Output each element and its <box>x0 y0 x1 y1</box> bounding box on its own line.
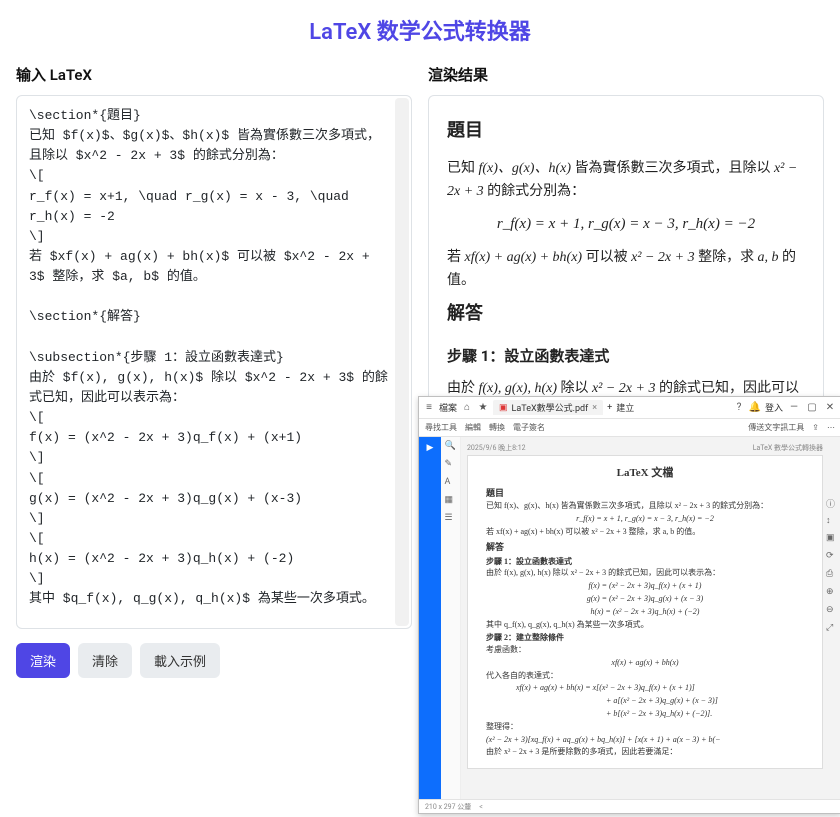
more-icon[interactable]: ⋯ <box>827 423 835 432</box>
math-inline: xf(x) + ag(x) + bh(x) <box>464 250 582 265</box>
pdf-text: 考慮函數： <box>486 645 804 656</box>
pdf-page: LaTeX 文檔 題目 已知 f(x)、g(x)、h(x) 皆為實係數三次多項式… <box>467 455 823 769</box>
pdf-math: xf(x) + ag(x) + bh(x) = x[(x² − 2x + 3)q… <box>486 683 804 694</box>
close-tab-icon[interactable]: × <box>592 403 597 413</box>
help-icon[interactable]: ? <box>733 402 745 414</box>
pdf-section: 解答 <box>486 541 804 553</box>
layers-icon[interactable]: ▣ <box>826 533 838 545</box>
subsection-heading: 步驟 1：設立函數表達式 <box>447 344 805 370</box>
cursor-icon[interactable]: ▶ <box>423 441 437 455</box>
print-icon[interactable]: ⎙ <box>826 569 838 581</box>
problem-text: 已知 f(x)、g(x)、h(x) 皆為實係數三次多項式，且除以 x² − 2x… <box>447 157 805 205</box>
pdf-date: 2025/9/6 晚上8:12 <box>467 443 526 453</box>
collapse-icon[interactable]: < <box>479 803 483 811</box>
pdf-nav-strip: 🔍 ✎ A ▦ ☰ <box>441 437 461 799</box>
math-inline: x² − 2x + 3 <box>631 250 695 265</box>
menu-file[interactable]: 檔案 <box>439 401 457 414</box>
pdf-text: 若 xf(x) + ag(x) + bh(x) 可以被 x² − 2x + 3 … <box>486 527 804 538</box>
minimize-icon[interactable]: — <box>787 401 801 415</box>
maximize-icon[interactable]: ▢ <box>805 401 819 415</box>
search-icon[interactable]: 🔍 <box>445 441 457 453</box>
menu-item[interactable]: 電子簽名 <box>513 422 545 433</box>
input-header: 输入 LaTeX <box>16 64 412 85</box>
pdf-tab-name: LaTeX數學公式.pdf <box>512 401 589 414</box>
pdf-right-tools: ⓘ ↕ ▣ ⟳ ⎙ ⊕ ⊖ ⤢ <box>825 497 839 635</box>
input-box <box>16 95 412 629</box>
toolbar-label: 傳送文字訊工具 <box>748 422 804 433</box>
button-row: 渲染 清除 載入示例 <box>16 643 412 678</box>
latex-textarea[interactable] <box>17 96 411 624</box>
pdf-brand: LaTeX 數學公式轉換器 <box>753 443 823 453</box>
zoom-out-icon[interactable]: ⊖ <box>826 605 838 617</box>
pdf-titlebar: ≡ 檔案 ⌂ ★ ▣ LaTeX數學公式.pdf × + 建立 ? 🔔 登入 —… <box>419 397 840 419</box>
pdf-section: 題目 <box>486 487 804 499</box>
menu-icon[interactable]: ≡ <box>423 402 435 414</box>
pdf-math: h(x) = (x² − 2x + 3)q_h(x) + (−2) <box>486 607 804 618</box>
input-panel: 输入 LaTeX 渲染 清除 載入示例 <box>16 64 412 805</box>
new-tab-button[interactable]: + <box>607 403 612 413</box>
bell-icon[interactable]: 🔔 <box>749 402 761 414</box>
thumbnails-icon[interactable]: ▦ <box>445 495 457 507</box>
pdf-text: 代入各自的表達式： <box>486 671 804 682</box>
pdf-text: 其中 q_f(x), q_g(x), q_h(x) 為某些一次多項式。 <box>486 620 804 631</box>
pdf-text: 由於 f(x), g(x), h(x) 除以 x² − 2x + 3 的餘式已知… <box>486 568 804 579</box>
close-icon[interactable]: ✕ <box>823 401 837 415</box>
pdf-math: g(x) = (x² − 2x + 3)q_g(x) + (x − 3) <box>486 594 804 605</box>
output-header: 渲染结果 <box>428 64 824 85</box>
math-inline: a, b <box>758 250 779 265</box>
pdf-doc-title: LaTeX 文檔 <box>486 466 804 481</box>
star-icon[interactable]: ★ <box>477 402 489 414</box>
text-icon[interactable]: A <box>445 477 457 489</box>
pdf-math: (x² − 2x + 3)[xq_f(x) + aq_g(x) + bq_h(x… <box>486 735 804 746</box>
pdf-body: ▶ 🔍 ✎ A ▦ ☰ 2025/9/6 晚上8:12 LaTeX 數學公式轉換… <box>419 437 840 799</box>
pdf-subsection: 步驟 2：建立整除條件 <box>486 633 804 644</box>
bookmark-icon[interactable]: ☰ <box>445 513 457 525</box>
pdf-tool-sidebar: ▶ <box>419 437 441 799</box>
zoom-in-icon[interactable]: ⊕ <box>826 587 838 599</box>
login-button[interactable]: 登入 <box>765 401 783 414</box>
rotate-icon[interactable]: ⟳ <box>826 551 838 563</box>
math-inline: x² − 2x + 3 <box>592 381 656 396</box>
pdf-math: + a[(x² − 2x + 3)q_g(x) + (x − 3)] <box>486 696 804 707</box>
render-button[interactable]: 渲染 <box>16 643 70 678</box>
pdf-math: xf(x) + ag(x) + bh(x) <box>486 658 804 669</box>
pdf-text: 整理得： <box>486 722 804 733</box>
clear-button[interactable]: 清除 <box>78 643 132 678</box>
page-nav-icon[interactable]: ↕ <box>826 515 838 527</box>
menu-item[interactable]: 尋找工具 <box>425 422 457 433</box>
pdf-math: r_f(x) = x + 1, r_g(x) = x − 3, r_h(x) =… <box>486 514 804 525</box>
pdf-status-bar: 210 x 297 公釐 < <box>419 799 840 813</box>
section-heading: 解答 <box>447 299 805 330</box>
share-icon[interactable]: ⇪ <box>812 423 819 432</box>
pdf-text: 已知 f(x)、g(x)、h(x) 皆為實係數三次多項式，且除以 x² − 2x… <box>486 501 804 512</box>
acrobat-icon: ▣ <box>499 403 508 413</box>
create-button[interactable]: 建立 <box>616 401 634 414</box>
page-dimensions: 210 x 297 公釐 <box>425 802 471 812</box>
pdf-math: f(x) = (x² − 2x + 3)q_f(x) + (x + 1) <box>486 581 804 592</box>
pdf-menubar: 尋找工具 編輯 轉換 電子簽名 傳送文字訊工具 ⇪ ⋯ <box>419 419 840 437</box>
menu-item[interactable]: 轉換 <box>489 422 505 433</box>
pdf-page-area[interactable]: 2025/9/6 晚上8:12 LaTeX 數學公式轉換器 LaTeX 文檔 題… <box>461 437 840 799</box>
pdf-subsection: 步驟 1：設立函數表達式 <box>486 557 804 568</box>
pdf-viewer-window: ≡ 檔案 ⌂ ★ ▣ LaTeX數學公式.pdf × + 建立 ? 🔔 登入 —… <box>418 396 840 814</box>
comment-icon[interactable]: ✎ <box>445 459 457 471</box>
math-display: r_f(x) = x + 1, r_g(x) = x − 3, r_h(x) =… <box>447 212 805 238</box>
menu-item[interactable]: 編輯 <box>465 422 481 433</box>
pdf-page-meta: 2025/9/6 晚上8:12 LaTeX 數學公式轉換器 <box>467 443 823 453</box>
load-example-button[interactable]: 載入示例 <box>140 643 220 678</box>
fit-icon[interactable]: ⤢ <box>826 623 838 635</box>
problem-text: 若 xf(x) + ag(x) + bh(x) 可以被 x² − 2x + 3 … <box>447 246 805 294</box>
math-inline: f(x)、g(x)、h(x) <box>478 161 571 176</box>
pdf-math: + b[(x² − 2x + 3)q_h(x) + (−2)]. <box>486 709 804 720</box>
home-icon[interactable]: ⌂ <box>461 402 473 414</box>
math-inline: f(x), g(x), h(x) <box>478 381 557 396</box>
section-heading: 題目 <box>447 116 805 147</box>
pdf-text: 由於 x² − 2x + 3 是所要除數的多項式，因此若要滿足： <box>486 747 804 758</box>
app-title: LaTeX 数学公式转换器 <box>0 0 840 64</box>
pdf-tab[interactable]: ▣ LaTeX數學公式.pdf × <box>493 400 603 415</box>
page-up-icon[interactable]: ⓘ <box>826 497 838 509</box>
